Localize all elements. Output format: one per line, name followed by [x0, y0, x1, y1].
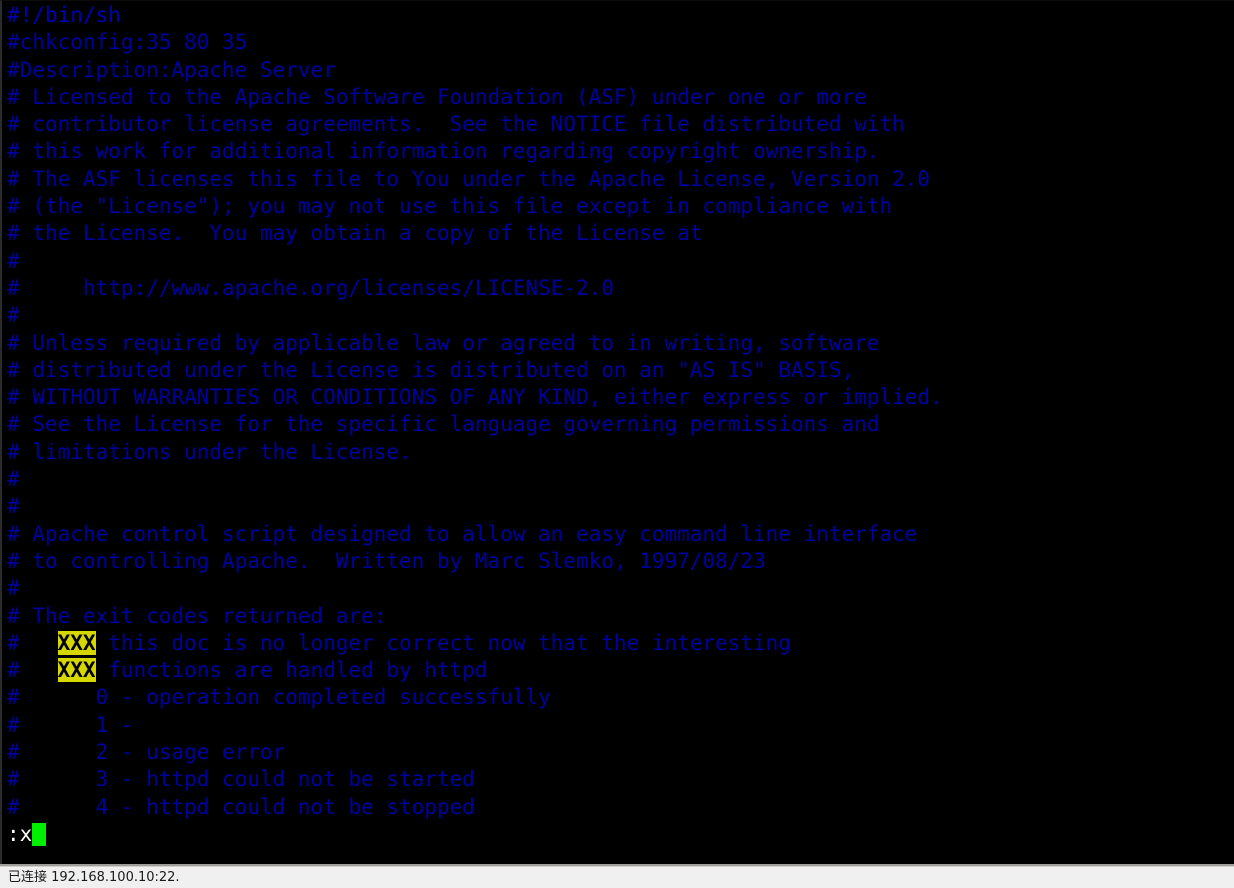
vim-command-line[interactable]: :x [5, 821, 1233, 848]
line-text: # distributed under the License is distr… [7, 357, 855, 382]
vim-buffer-line: # See the License for the specific langu… [5, 411, 1233, 438]
vim-buffer-line: # limitations under the License. [5, 439, 1233, 466]
line-text: # 1 - [7, 712, 134, 737]
line-text: # Unless required by applicable law or a… [7, 330, 880, 355]
connection-status-text: 已连接 192.168.100.10:22. [8, 870, 180, 885]
vim-buffer-line: # The exit codes returned are: [5, 603, 1233, 630]
vim-buffer-line: # distributed under the License is distr… [5, 357, 1233, 384]
line-text: # The ASF licenses this file to You unde… [7, 166, 930, 191]
vim-buffer-line: # Unless required by applicable law or a… [5, 330, 1233, 357]
line-text: #Description:Apache Server [7, 57, 336, 82]
search-match-highlight: XXX [57, 658, 96, 683]
status-bar: 已连接 192.168.100.10:22. [0, 866, 1234, 888]
vim-buffer-line: # [5, 575, 1233, 602]
line-text: #!/bin/sh [7, 3, 121, 27]
vim-buffer-line: #!/bin/sh [5, 2, 1233, 29]
line-text: #chkconfig:35 80 35 [7, 30, 248, 55]
vim-buffer-line: # to controlling Apache. Written by Marc… [5, 548, 1233, 575]
line-text: # [7, 467, 20, 492]
vim-buffer-line: # 2 - usage error [5, 739, 1233, 766]
line-text: # 0 - operation completed successfully [7, 685, 551, 710]
line-text: # contributor license agreements. See th… [7, 112, 905, 137]
line-text: # the License. You may obtain a copy of … [7, 221, 703, 246]
vim-buffer-line: # XXX this doc is no longer correct now … [5, 630, 1233, 657]
vim-buffer-line: # Apache control script designed to allo… [5, 521, 1233, 548]
line-text-suffix: this doc is no longer correct now that t… [95, 630, 791, 655]
line-text: # [7, 303, 20, 328]
line-text: # 4 - httpd could not be stopped [7, 794, 475, 819]
vim-buffer-line: # WITHOUT WARRANTIES OR CONDITIONS OF AN… [5, 384, 1233, 411]
line-text: # See the License for the specific langu… [7, 412, 880, 437]
line-text: # [7, 576, 20, 601]
terminal-screen[interactable]: #!/bin/sh #chkconfig:35 80 35 #Description… [0, 0, 1234, 866]
line-text: # Licensed to the Apache Software Founda… [7, 84, 867, 109]
line-text: # 3 - httpd could not be started [7, 767, 475, 792]
terminal-window: #!/bin/sh #chkconfig:35 80 35 #Description… [0, 0, 1234, 888]
line-text: # [7, 248, 20, 273]
vim-command-text: :x [7, 821, 33, 846]
line-text: # [7, 494, 20, 519]
vim-buffer-line: #Description:Apache Server [5, 57, 1233, 84]
vim-buffer-line: # [5, 466, 1233, 493]
vim-buffer-lines[interactable]: #!/bin/sh #chkconfig:35 80 35 #Description… [5, 2, 1233, 821]
vim-buffer-line: # the License. You may obtain a copy of … [5, 220, 1233, 247]
line-text: # (the "License"); you may not use this … [7, 194, 893, 219]
vim-buffer-line: # (the "License"); you may not use this … [5, 193, 1233, 220]
line-text: # to controlling Apache. Written by Marc… [7, 548, 766, 573]
vim-buffer-line: # Licensed to the Apache Software Founda… [5, 84, 1233, 111]
line-text-prefix: # [7, 658, 58, 683]
line-text: # The exit codes returned are: [7, 603, 387, 628]
line-text: # this work for additional information r… [7, 139, 880, 164]
line-text-suffix: functions are handled by httpd [95, 658, 488, 683]
text-cursor [32, 822, 46, 846]
vim-buffer-line: # 4 - httpd could not be stopped [5, 794, 1233, 821]
line-text: # 2 - usage error [7, 740, 286, 765]
terminal-text-buffer[interactable]: #!/bin/sh #chkconfig:35 80 35 #Description… [5, 2, 1233, 862]
vim-buffer-line: # 3 - httpd could not be started [5, 766, 1233, 793]
vim-buffer-line: #chkconfig:35 80 35 [5, 29, 1233, 56]
line-text-prefix: # [7, 630, 58, 655]
vim-buffer-line: # http://www.apache.org/licenses/LICENSE… [5, 275, 1233, 302]
vim-buffer-line: # 1 - [5, 712, 1233, 739]
vim-buffer-line: # this work for additional information r… [5, 138, 1233, 165]
vim-buffer-line: # [5, 302, 1233, 329]
line-text: # http://www.apache.org/licenses/LICENSE… [7, 275, 614, 300]
vim-buffer-line: # [5, 248, 1233, 275]
vim-buffer-line: # contributor license agreements. See th… [5, 111, 1233, 138]
line-text: # limitations under the License. [7, 439, 412, 464]
line-text: # Apache control script designed to allo… [7, 521, 918, 546]
line-text: # WITHOUT WARRANTIES OR CONDITIONS OF AN… [7, 385, 943, 410]
search-match-highlight: XXX [57, 630, 96, 655]
vim-buffer-line: # [5, 493, 1233, 520]
vim-buffer-line: # 0 - operation completed successfully [5, 684, 1233, 711]
vim-buffer-line: # XXX functions are handled by httpd [5, 657, 1233, 684]
vim-buffer-line: # The ASF licenses this file to You unde… [5, 166, 1233, 193]
